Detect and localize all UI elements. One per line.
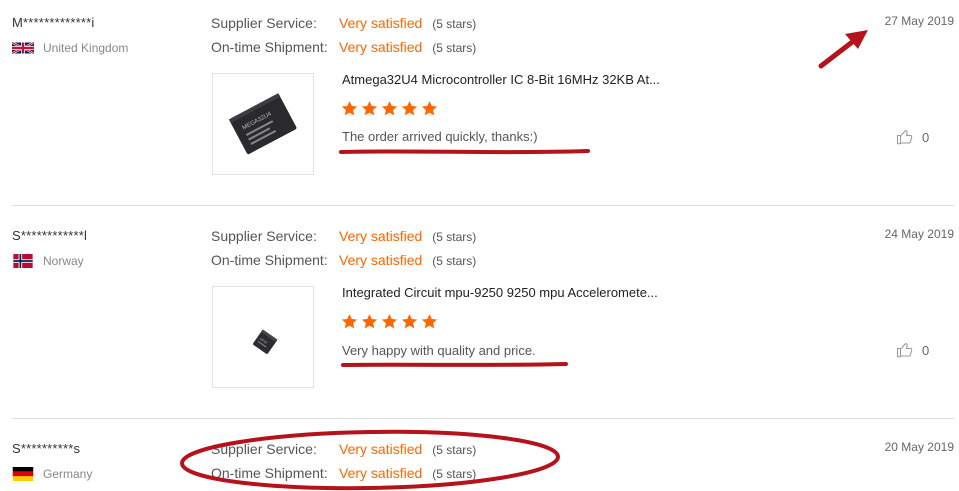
shipment-stars: (5 stars) [432,41,477,55]
star-icon [361,100,378,117]
shipment-rating: On-time Shipment: Very satisfied (5 star… [211,252,476,268]
review-date: 27 May 2019 [884,14,954,28]
country-name: Germany [43,467,93,481]
supplier-service-value: Very satisfied [339,228,423,244]
star-icon [401,100,418,117]
star-icon [421,313,438,330]
helpful-button[interactable]: 0 [896,128,929,146]
supplier-service-label: Supplier Service: [211,441,317,457]
shipment-rating: On-time Shipment: Very satisfied (5 star… [211,39,476,55]
chip-image: MEGA32U4 [228,93,297,155]
supplier-service-label: Supplier Service: [211,228,317,244]
supplier-service-stars: (5 stars) [432,230,477,244]
review-divider [12,418,954,419]
helpful-count: 0 [922,342,930,358]
shipment-value: Very satisfied [339,252,423,268]
country-name: United Kingdom [43,41,129,55]
product-thumbnail[interactable]: MEGA32U4 [212,73,314,175]
star-icon [381,313,398,330]
star-icon [341,313,358,330]
review-date: 24 May 2019 [884,227,954,241]
buyer-country: Germany [12,467,92,481]
supplier-service-rating: Supplier Service: Very satisfied (5 star… [211,15,476,31]
review-feedback: The order arrived quickly, thanks:) [342,129,538,144]
annotation-underline [341,362,568,367]
supplier-service-rating: Supplier Service: Very satisfied (5 star… [211,441,476,457]
shipment-rating: On-time Shipment: Very satisfied (5 star… [211,465,476,481]
shipment-label: On-time Shipment: [211,39,328,55]
thumbs-up-icon [896,343,913,358]
shipment-stars: (5 stars) [432,467,477,481]
supplier-service-label: Supplier Service: [211,15,317,31]
rating-stars [341,100,438,117]
buyer-name: M*************i [12,15,95,30]
shipment-value: Very satisfied [339,465,423,481]
star-icon [381,100,398,117]
review-date: 20 May 2019 [884,440,954,454]
uk-flag-icon [12,41,34,55]
star-icon [401,313,418,330]
star-icon [421,100,438,117]
shipment-stars: (5 stars) [432,254,477,268]
supplier-service-stars: (5 stars) [432,17,477,31]
shipment-value: Very satisfied [339,39,423,55]
supplier-service-value: Very satisfied [339,15,423,31]
buyer-name: S**********s [12,441,81,456]
annotation-underline [339,149,590,155]
germany-flag-icon [12,467,34,481]
shipment-label: On-time Shipment: [211,465,328,481]
buyer-country: United Kingdom [12,41,128,55]
star-icon [341,100,358,117]
review-feedback: Very happy with quality and price. [342,343,536,358]
norway-flag-icon [12,254,34,268]
buyer-name: S************l [12,228,88,243]
star-icon [361,313,378,330]
review-divider [12,205,954,206]
rating-stars [341,313,438,330]
thumbs-up-icon [896,130,913,145]
product-title-link[interactable]: Atmega32U4 Microcontroller IC 8-Bit 16MH… [342,72,660,87]
annotation-arrow [818,30,868,69]
helpful-button[interactable]: 0 [896,341,929,359]
product-thumbnail[interactable]: MP92 [212,286,314,388]
chip-image: MP92 [253,329,278,354]
product-title-link[interactable]: Integrated Circuit mpu-9250 9250 mpu Acc… [342,285,658,300]
country-name: Norway [43,254,84,268]
buyer-country: Norway [12,254,84,268]
helpful-count: 0 [922,129,930,145]
supplier-service-rating: Supplier Service: Very satisfied (5 star… [211,228,476,244]
annotation-ellipse [180,429,560,491]
supplier-service-stars: (5 stars) [432,443,477,457]
supplier-service-value: Very satisfied [339,441,423,457]
shipment-label: On-time Shipment: [211,252,328,268]
